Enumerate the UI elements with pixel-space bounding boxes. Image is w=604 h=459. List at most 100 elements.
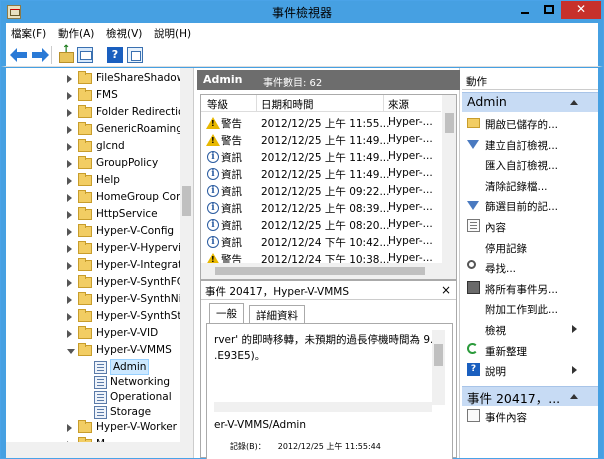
column-separator[interactable] (383, 95, 384, 112)
folder-icon (78, 190, 92, 203)
show-hide-action-pane-icon[interactable] (127, 47, 143, 63)
menu-action[interactable]: 動作(A) (58, 26, 94, 41)
collapse-up-icon[interactable] (570, 394, 578, 399)
folder-icon (78, 71, 92, 84)
expand-closed-icon[interactable] (67, 424, 72, 432)
show-hide-console-tree-icon[interactable] (77, 47, 93, 63)
expand-closed-icon[interactable] (67, 228, 72, 236)
action-item[interactable]: 附加工作到此... (462, 298, 592, 318)
grid-horizontal-scrollbar[interactable] (201, 263, 456, 279)
tree-item[interactable]: Hyper-V-Config (6, 223, 184, 240)
action-item[interactable]: 清除記錄檔... (462, 175, 592, 195)
tree-item[interactable]: Hyper-V-SynthSto (6, 308, 188, 325)
expand-closed-icon[interactable] (67, 262, 72, 270)
filter-icon (467, 201, 479, 211)
expand-closed-icon[interactable] (67, 160, 72, 168)
event-row[interactable]: 警告 2012/12/25 上午 11:55...Hyper-... (201, 114, 441, 131)
expand-closed-icon[interactable] (67, 194, 72, 202)
tree-item[interactable]: Hyper-V-VMMS (6, 342, 184, 359)
tree-item[interactable]: Hyper-V-SynthNi (6, 291, 184, 308)
collapse-up-icon[interactable] (570, 100, 578, 105)
expand-closed-icon[interactable] (67, 177, 72, 185)
event-row[interactable]: i 資訊 2012/12/24 下午 10:42... Hyper-... (201, 233, 441, 250)
expand-closed-icon[interactable] (67, 296, 72, 304)
tree-item[interactable]: HomeGroup Con (6, 189, 184, 206)
tree-item[interactable]: HttpService (6, 206, 184, 223)
tree-item[interactable]: Help (6, 172, 184, 189)
action-item[interactable]: 匯入自訂檢視... (462, 154, 592, 174)
expand-closed-icon[interactable] (67, 92, 72, 100)
event-row[interactable]: i 資訊 2012/12/25 上午 08:39... Hyper-... (201, 199, 441, 216)
column-source[interactable]: 來源 (388, 97, 409, 112)
action-item[interactable]: 將所有事件另... (462, 278, 592, 298)
expand-closed-icon[interactable] (67, 211, 72, 219)
expand-open-icon[interactable] (67, 349, 75, 354)
help-icon[interactable]: ? (107, 47, 123, 63)
expand-closed-icon[interactable] (67, 279, 72, 287)
minimize-button[interactable] (513, 1, 537, 19)
action-event-properties[interactable]: 事件內容 (462, 406, 592, 426)
description-hscrollbar[interactable] (214, 402, 432, 412)
tree-horizontal-scrollbar[interactable] (6, 442, 193, 458)
folder-up-icon[interactable] (58, 44, 74, 63)
tree-item[interactable]: FMS (6, 87, 184, 104)
tree-item[interactable]: Hyper-V-Hypervi (6, 240, 184, 257)
grid-vertical-scrollbar[interactable] (442, 95, 456, 263)
grid-scroll-thumb[interactable] (445, 113, 454, 133)
actions-group-admin[interactable]: Admin (462, 92, 598, 112)
column-level[interactable]: 等級 (207, 97, 228, 112)
expand-closed-icon[interactable] (67, 75, 72, 83)
tree-item[interactable]: Hyper-V-Integrat (6, 257, 184, 274)
tree-item[interactable]: GenericRoaming (6, 121, 184, 138)
expand-closed-icon[interactable] (67, 126, 72, 134)
tree-item[interactable]: Folder Redirectio (6, 104, 184, 121)
tree-vertical-scrollbar[interactable] (180, 68, 193, 442)
maximize-button[interactable] (537, 1, 561, 19)
action-item[interactable]: 建立自訂檢視... (462, 134, 592, 154)
action-item[interactable]: 篩選目前的記... (462, 195, 592, 215)
tab-general[interactable]: 一般 (209, 303, 244, 323)
forward-arrow-icon[interactable] (30, 47, 49, 63)
action-item[interactable]: 內容 (462, 216, 592, 236)
action-item[interactable]: 停用記錄 (462, 237, 592, 257)
event-level: 資訊 (221, 152, 242, 164)
tree-scroll-thumb[interactable] (182, 186, 191, 216)
expand-closed-icon[interactable] (67, 313, 72, 321)
description-scrollbar[interactable] (432, 330, 445, 405)
expand-closed-icon[interactable] (67, 109, 72, 117)
action-item[interactable]: 開啟已儲存的... (462, 113, 592, 133)
event-level: 資訊 (221, 169, 242, 181)
menu-file[interactable]: 檔案(F) (11, 26, 46, 41)
action-item[interactable]: ? 說明 (462, 360, 592, 380)
event-row[interactable]: i 資訊 2012/12/25 上午 11:49... Hyper-... (201, 148, 441, 165)
expand-closed-icon[interactable] (67, 330, 72, 338)
menu-view[interactable]: 檢視(V) (106, 26, 142, 41)
action-item[interactable]: 重新整理 (462, 340, 592, 360)
tree-item[interactable]: glcnd (6, 138, 184, 155)
detail-close-button[interactable]: × (441, 283, 451, 297)
event-row[interactable]: 警告 2012/12/25 上午 11:49...Hyper-... (201, 131, 441, 148)
expand-closed-icon[interactable] (67, 143, 72, 151)
close-button[interactable]: ✕ (561, 1, 601, 19)
back-arrow-icon[interactable] (10, 47, 29, 63)
action-item[interactable]: 尋找... (462, 257, 592, 277)
tree-item[interactable]: Hyper-V-Worker (6, 419, 184, 436)
column-datetime[interactable]: 日期和時間 (261, 97, 314, 112)
grid-hscroll-thumb[interactable] (215, 267, 425, 275)
tree-item[interactable]: GroupPolicy (6, 155, 184, 172)
column-separator[interactable] (256, 95, 257, 112)
event-row[interactable]: i 資訊 2012/12/25 上午 09:22... Hyper-... (201, 182, 441, 199)
event-row[interactable]: i 資訊 2012/12/25 上午 11:49... Hyper-... (201, 165, 441, 182)
actions-group-event[interactable]: 事件 20417，... (462, 386, 598, 406)
action-item[interactable]: 檢視 (462, 319, 592, 339)
title-bar[interactable]: 事件檢視器 ✕ (1, 1, 603, 23)
tab-details[interactable]: 詳細資料 (249, 305, 305, 323)
event-row[interactable]: i 資訊 2012/12/25 上午 08:20... Hyper-... (201, 216, 441, 233)
tree-item[interactable]: Hyper-V-SynthFC (6, 274, 184, 291)
menu-help[interactable]: 說明(H) (154, 26, 191, 41)
help-icon: ? (467, 363, 480, 377)
tree-item[interactable]: FileShareShadow (6, 70, 185, 87)
description-scroll-thumb[interactable] (434, 344, 443, 366)
tree-item[interactable]: Hyper-V-VID (6, 325, 184, 342)
expand-closed-icon[interactable] (67, 245, 72, 253)
